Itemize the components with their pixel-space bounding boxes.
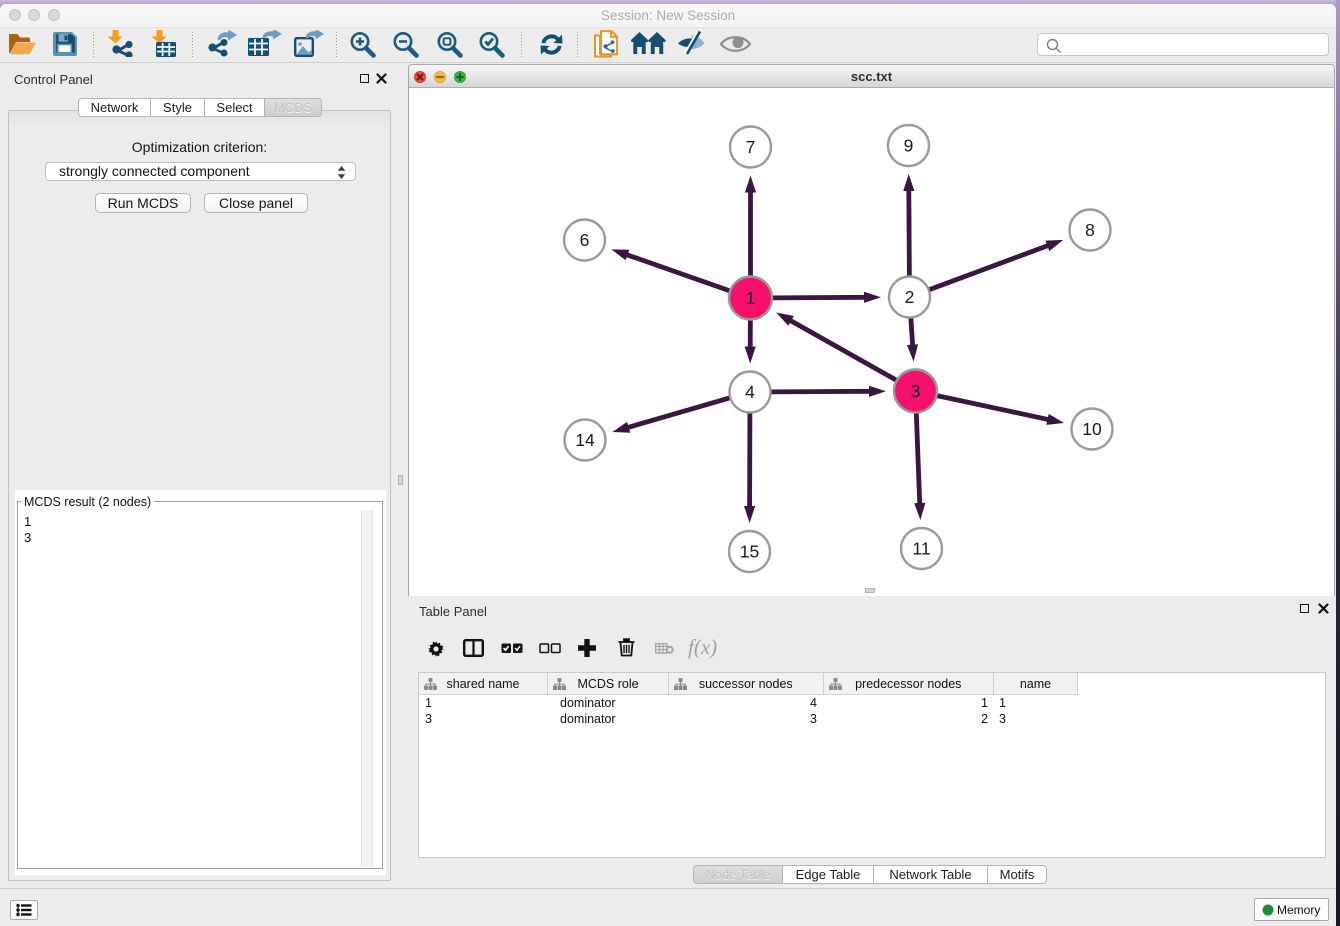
svg-text:15: 15: [740, 542, 759, 562]
svg-text:14: 14: [575, 430, 595, 450]
svg-text:4: 4: [745, 382, 755, 402]
svg-text:10: 10: [1082, 419, 1102, 439]
svg-text:11: 11: [912, 539, 930, 559]
svg-text:9: 9: [904, 136, 914, 156]
svg-text:3: 3: [911, 381, 921, 401]
svg-text:8: 8: [1085, 220, 1095, 240]
svg-text:7: 7: [746, 137, 756, 157]
svg-text:2: 2: [905, 287, 915, 307]
svg-text:1: 1: [746, 288, 756, 308]
svg-text:6: 6: [580, 230, 590, 250]
